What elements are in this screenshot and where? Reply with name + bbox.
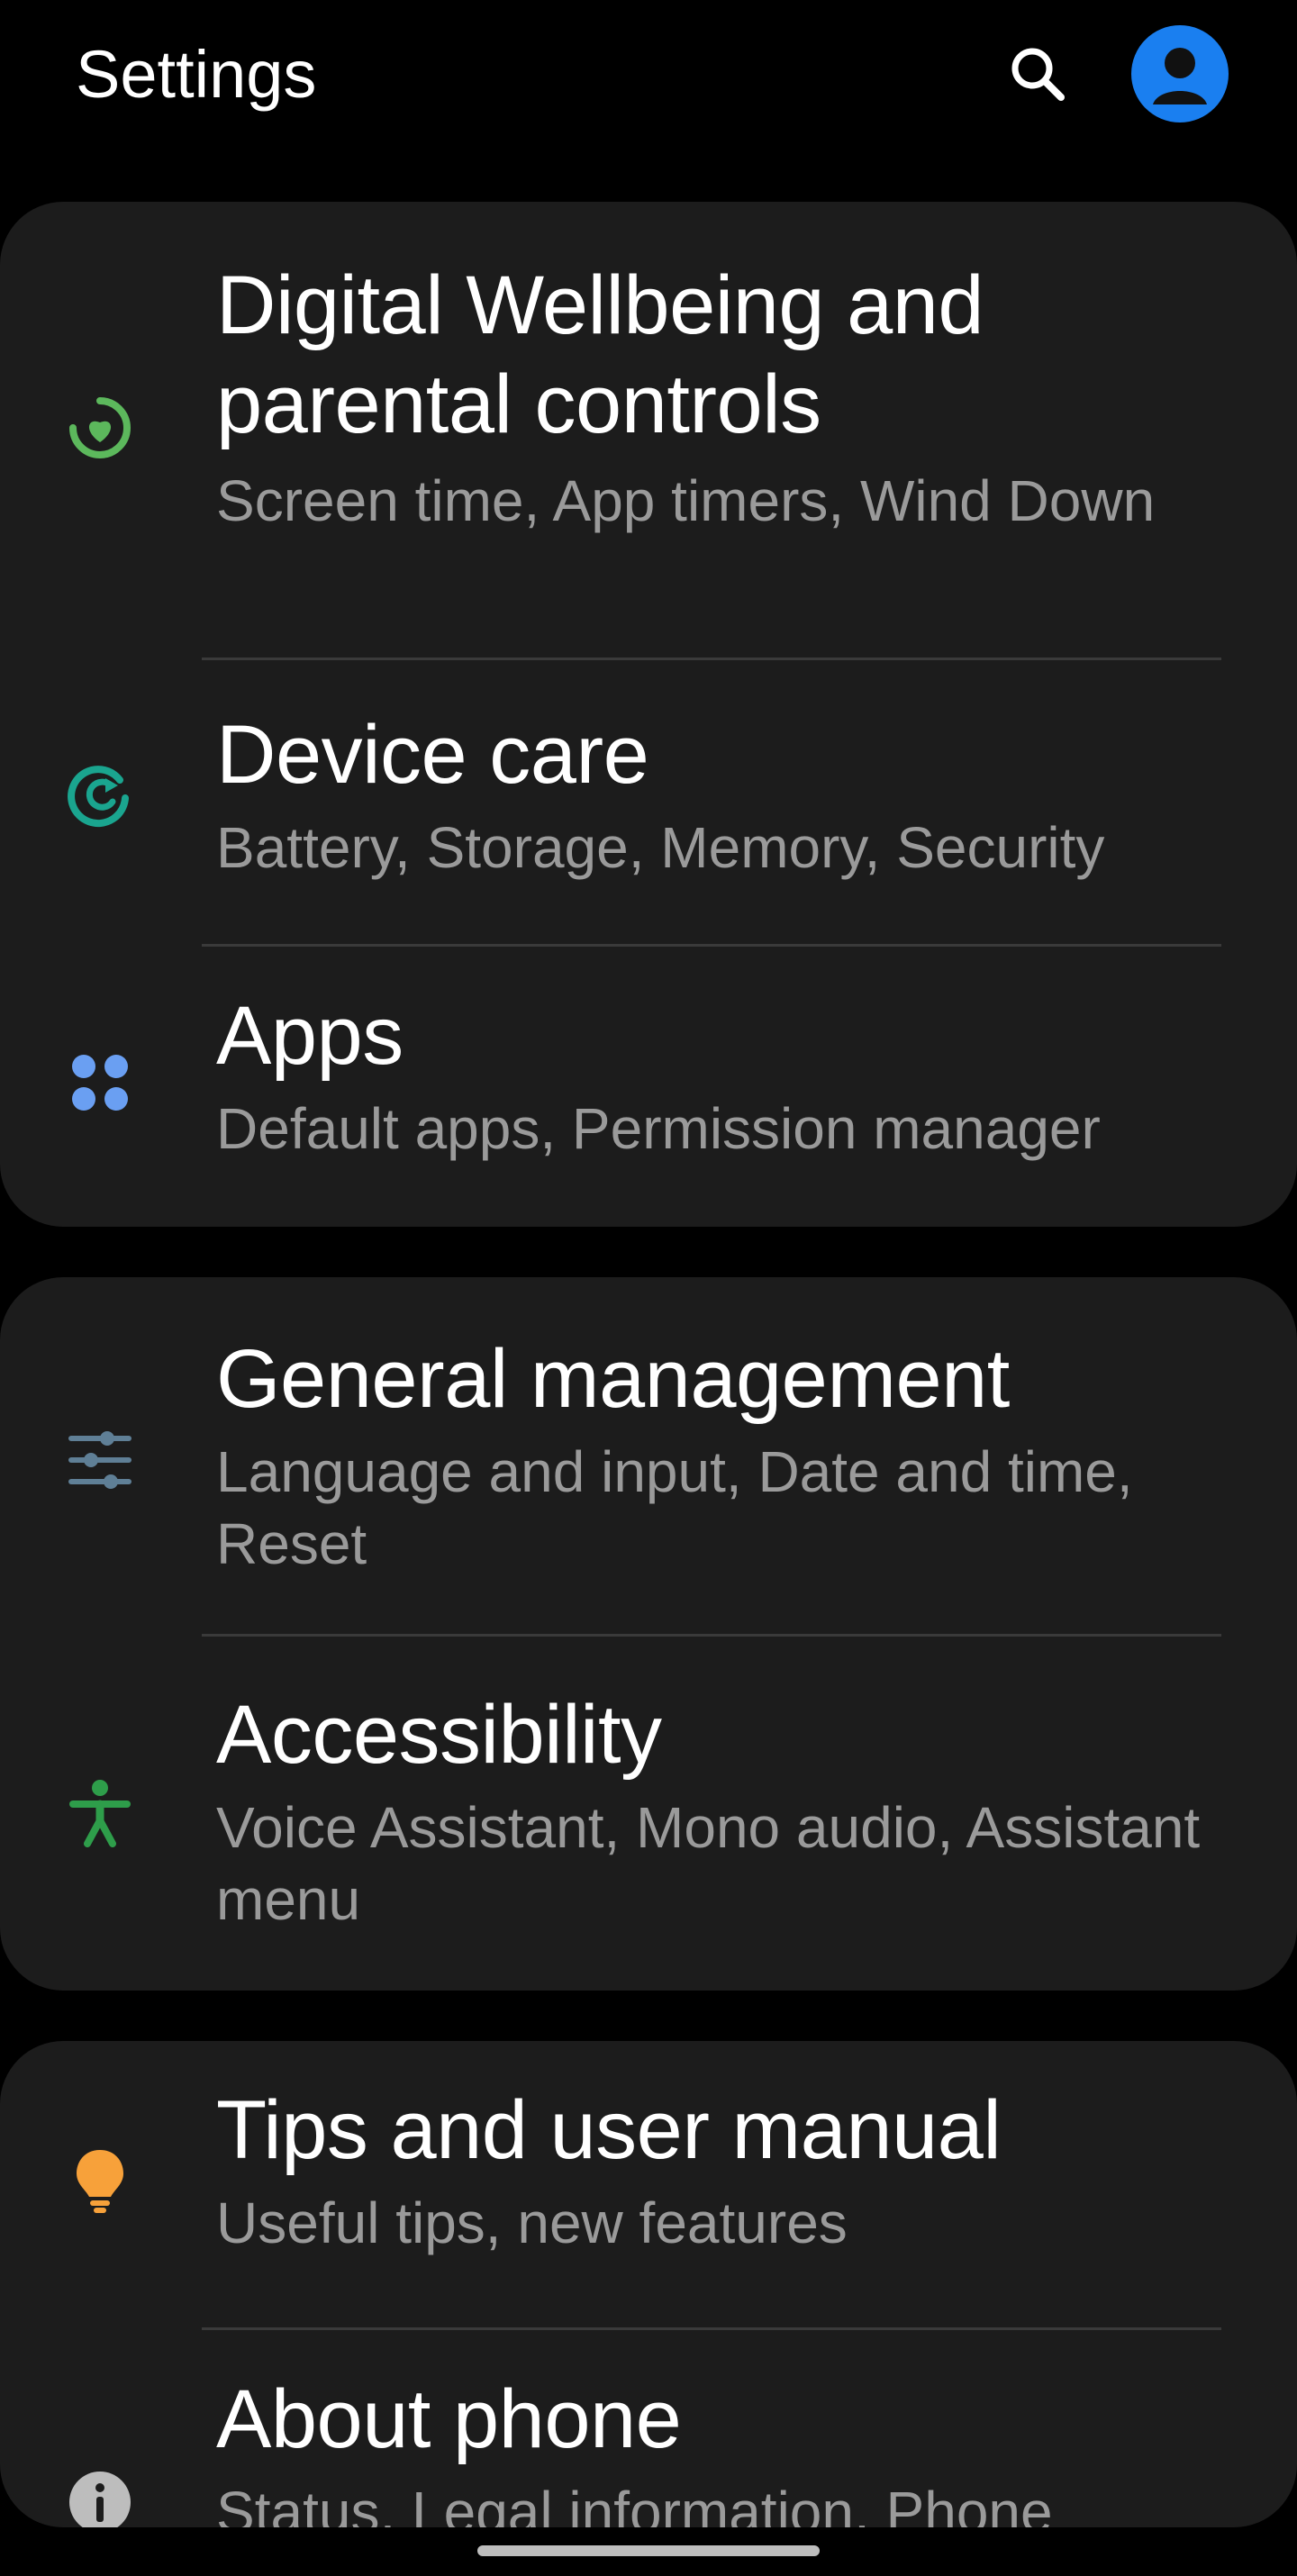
settings-item-digital-wellbeing[interactable]: Digital Wellbeing and parental controls … — [0, 202, 1297, 658]
device-care-icon — [63, 759, 137, 833]
item-subtitle: Default apps, Permission manager — [216, 1096, 1101, 1161]
settings-item-apps[interactable]: Apps Default apps, Permission manager — [0, 947, 1297, 1227]
item-subtitle: Status, Legal information, Phone — [216, 2480, 1053, 2527]
item-subtitle: Battery, Storage, Memory, Security — [216, 815, 1105, 880]
item-subtitle: Language and input, Date and time, Reset — [216, 1439, 1133, 1576]
accessibility-icon — [63, 1776, 137, 1850]
settings-card-3: Tips and user manual Useful tips, new fe… — [0, 2041, 1297, 2527]
item-subtitle: Useful tips, new features — [216, 2191, 848, 2255]
item-subtitle: Screen time, App timers, Wind Down — [216, 468, 1156, 533]
settings-card-1: Digital Wellbeing and parental controls … — [0, 202, 1297, 1227]
search-icon — [1011, 48, 1065, 101]
settings-item-tips-and-user-manual[interactable]: Tips and user manual Useful tips, new fe… — [0, 2041, 1297, 2327]
settings-item-about-phone[interactable]: About phone Status, Legal information, P… — [0, 2330, 1297, 2527]
info-icon — [63, 2465, 137, 2527]
item-title: Device care — [216, 709, 649, 801]
item-title: About phone — [216, 2373, 682, 2465]
item-title: Digital Wellbeing and parental controls — [216, 259, 984, 450]
settings-item-general-management[interactable]: General management Language and input, D… — [0, 1277, 1297, 1634]
tips-lightbulb-icon — [63, 2144, 137, 2218]
settings-item-accessibility[interactable]: Accessibility Voice Assistant, Mono audi… — [0, 1637, 1297, 1991]
item-title: General management — [216, 1333, 1010, 1425]
settings-item-device-care[interactable]: Device care Battery, Storage, Memory, Se… — [0, 660, 1297, 944]
apps-icon — [63, 1046, 137, 1120]
top-app-bar: Settings — [0, 0, 1297, 153]
profile-button[interactable] — [1131, 25, 1229, 122]
settings-card-2: General management Language and input, D… — [0, 1277, 1297, 1991]
page-title: Settings — [76, 37, 317, 112]
item-title: Tips and user manual — [216, 2084, 1002, 2176]
item-title: Accessibility — [216, 1689, 662, 1781]
item-title: Apps — [216, 990, 404, 1082]
item-subtitle: Voice Assistant, Mono audio, Assistant m… — [216, 1795, 1201, 1932]
avatar-person-icon — [1153, 48, 1207, 104]
digital-wellbeing-icon — [63, 391, 137, 465]
general-management-icon — [63, 1423, 137, 1497]
search-button[interactable] — [1002, 41, 1074, 106]
gesture-navigation-handle[interactable] — [477, 2545, 820, 2556]
